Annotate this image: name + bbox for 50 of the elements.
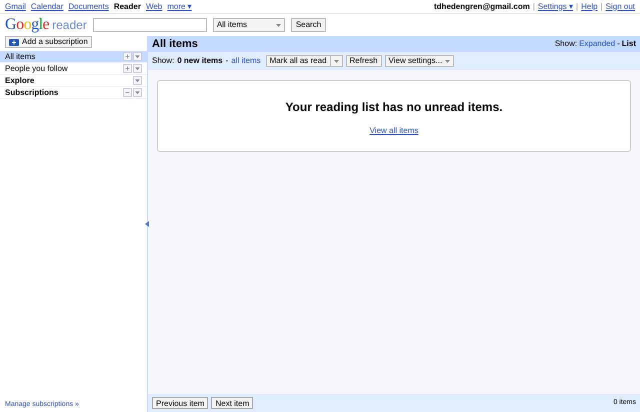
view-mode-link[interactable]: List: [622, 38, 636, 50]
scope-dropdown[interactable]: All items: [212, 18, 285, 32]
account-link[interactable]: Sign out: [606, 0, 635, 12]
view-label: Show:: [554, 38, 578, 50]
caret-icon[interactable]: [133, 52, 142, 61]
separator: |: [600, 0, 603, 12]
account-email: tdhedengren@gmail.com: [434, 0, 530, 12]
plus-icon[interactable]: [123, 52, 132, 61]
plus-icon[interactable]: [123, 64, 132, 73]
nav-link[interactable]: Web: [146, 0, 162, 12]
caret-icon: [276, 24, 281, 26]
caret-icon: [445, 60, 450, 62]
minus-icon[interactable]: [123, 88, 132, 97]
separator: -: [617, 38, 620, 50]
nav-button[interactable]: Next item: [211, 397, 254, 409]
sidebar-item[interactable]: Explore: [0, 75, 147, 87]
nav-link[interactable]: Documents: [68, 0, 109, 12]
account-link[interactable]: Help: [581, 0, 598, 12]
new-items-count: 0 new items: [177, 55, 223, 67]
sidebar-item[interactable]: All items: [0, 51, 147, 63]
separator: -: [226, 55, 228, 67]
view-all-link[interactable]: View all items: [370, 125, 418, 137]
search-button[interactable]: Search: [290, 18, 326, 32]
sidebar-item[interactable]: Subscriptions: [0, 87, 147, 99]
nav-link[interactable]: Calendar: [30, 0, 64, 12]
toolbar-button[interactable]: Mark all as read: [266, 55, 343, 67]
toolbar-button[interactable]: Refresh: [346, 55, 382, 67]
filter-label: Show:: [152, 55, 174, 67]
separator: |: [576, 0, 578, 12]
nav-button[interactable]: Previous item: [152, 397, 208, 409]
logo[interactable]: Google reader: [5, 15, 87, 35]
nav-link[interactable]: Gmail: [5, 0, 26, 12]
caret-icon[interactable]: [133, 88, 142, 97]
caret-icon: [334, 60, 339, 62]
caret-icon[interactable]: [133, 76, 142, 85]
add-subscription-button[interactable]: Add a subscription: [5, 36, 92, 48]
view-mode-link[interactable]: Expanded: [579, 38, 616, 50]
search-field[interactable]: [92, 18, 207, 32]
sidebar-item[interactable]: People you follow: [0, 63, 147, 75]
account-link[interactable]: Settings ▾: [538, 0, 574, 12]
page-title: All items: [152, 36, 198, 52]
toolbar-button[interactable]: View settings...: [384, 55, 454, 67]
all-items-link[interactable]: all items: [231, 55, 261, 67]
collapse-arrow-icon[interactable]: [145, 221, 149, 227]
caret-icon[interactable]: [133, 64, 142, 73]
plus-icon: [9, 38, 19, 46]
empty-message: Your reading list has no unread items.: [285, 99, 503, 116]
separator: |: [532, 0, 535, 12]
nav-link[interactable]: more ▾: [167, 0, 192, 12]
nav-link[interactable]: Reader: [114, 0, 141, 12]
